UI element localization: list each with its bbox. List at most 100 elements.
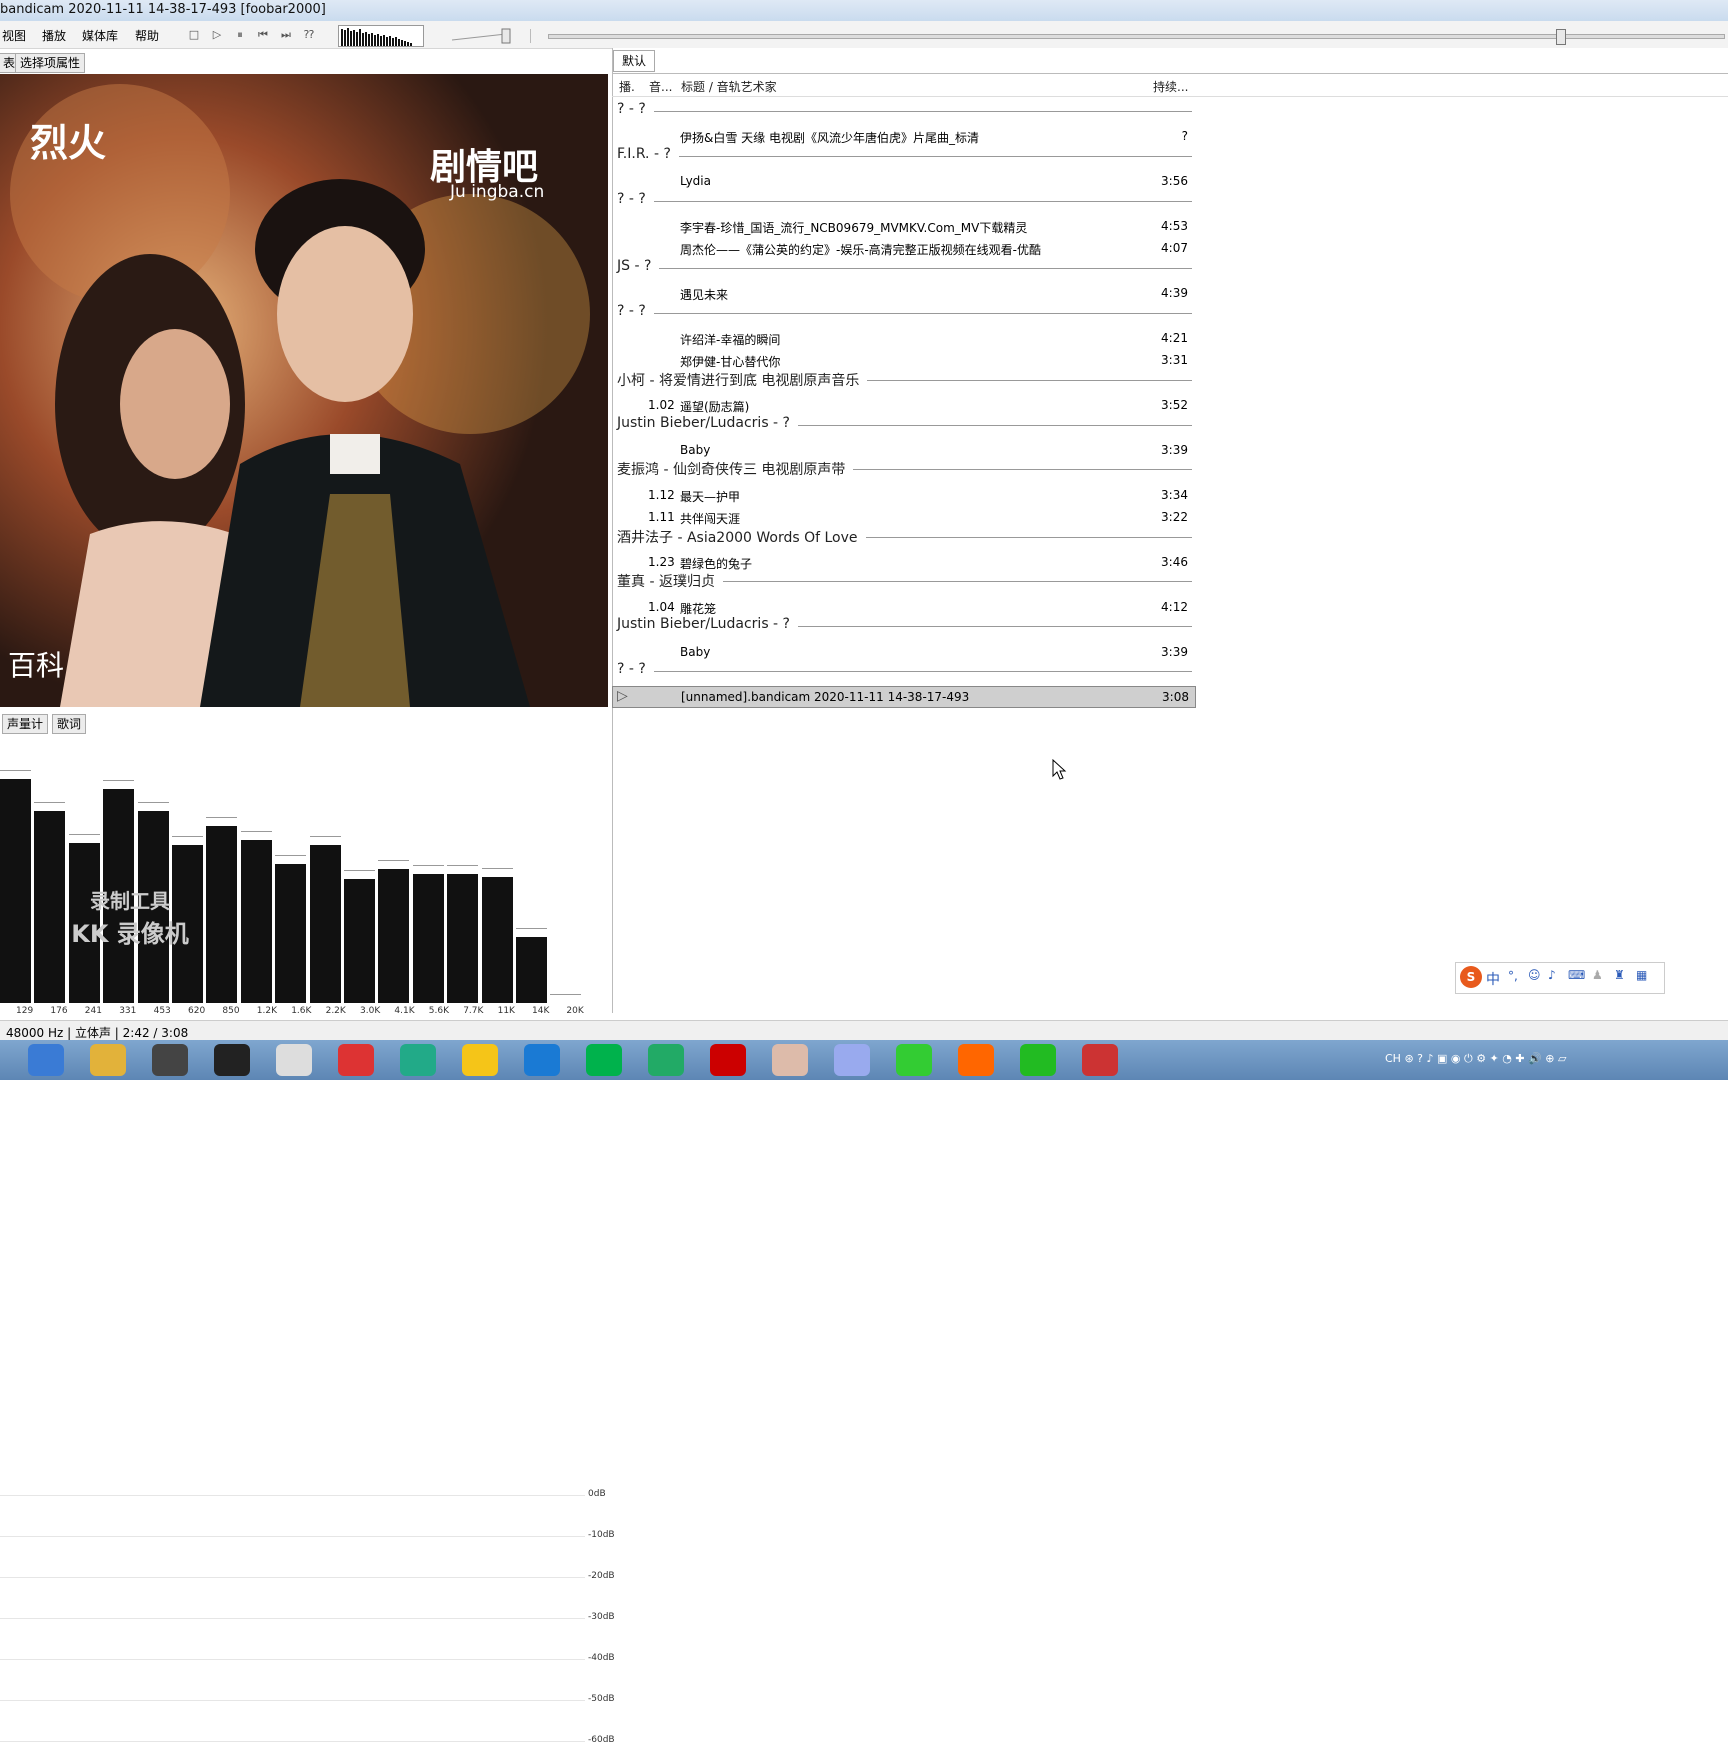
- playlist-group-header[interactable]: JS - ?: [617, 257, 1192, 278]
- seek-bar[interactable]: [548, 29, 1725, 45]
- track-duration: 3:39: [1161, 644, 1188, 659]
- playlist-track-row[interactable]: 1.02 遥望(励志篇) 3:52: [612, 395, 1194, 415]
- netease-music-icon[interactable]: [338, 1044, 374, 1076]
- video-editor-icon[interactable]: [152, 1044, 188, 1076]
- ime-lang-label[interactable]: 中: [1486, 969, 1500, 989]
- menu-help[interactable]: 帮助: [135, 27, 159, 44]
- track-number: 1.11: [648, 510, 675, 525]
- playlist-track-row[interactable]: 遇见未来 4:39: [612, 283, 1194, 303]
- track-duration: 4:39: [1161, 286, 1188, 301]
- group-divider: [617, 111, 1192, 112]
- spectrum-peak: [68, 834, 100, 835]
- volume-slider[interactable]: [450, 27, 515, 45]
- tab-vu-meter[interactable]: 声量计: [2, 714, 49, 734]
- playlist-group-header[interactable]: 麦振鸿 - 仙剑奇侠传三 电视剧原声带: [617, 459, 1192, 479]
- spectrum-freq-label: 20K: [566, 1006, 584, 1016]
- playlist-group-header[interactable]: 小柯 - 将爱情进行到底 电视剧原声音乐: [617, 370, 1192, 390]
- app-one-icon[interactable]: [524, 1044, 560, 1076]
- playlist-group-header[interactable]: Justin Bieber/Ludacris - ?: [617, 414, 1192, 435]
- playlist-track-row[interactable]: Lydia 3:56: [612, 171, 1194, 191]
- playlist-track-row[interactable]: 许绍洋-幸福的瞬间 4:21: [612, 328, 1194, 348]
- playlist-track-row[interactable]: 1.11 共伴闯天涯 3:22: [612, 507, 1194, 527]
- flash-icon[interactable]: [710, 1044, 746, 1076]
- track-duration: ?: [1181, 129, 1188, 144]
- col-playing[interactable]: 播.: [619, 78, 635, 95]
- feather-icon[interactable]: [834, 1044, 870, 1076]
- group-divider: [617, 267, 1192, 269]
- bandicam-icon[interactable]: [1082, 1044, 1118, 1076]
- prev-icon[interactable]: ⏮: [256, 28, 270, 42]
- playlist-track-row[interactable]: 1.12 最天—护甲 3:34: [612, 485, 1194, 505]
- tab-selection-properties[interactable]: 选择项属性: [15, 53, 86, 73]
- group-title: JS - ?: [617, 257, 660, 274]
- playlist-group-header[interactable]: 酒井法子 - Asia2000 Words Of Love: [617, 527, 1192, 547]
- playlist-track-row[interactable]: Baby 3:39: [612, 440, 1194, 460]
- track-title: 最天—护甲: [680, 489, 741, 504]
- spectrum-freq-label: 453: [153, 1006, 171, 1016]
- col-duration[interactable]: 持续...: [1153, 78, 1188, 95]
- search-icon[interactable]: [28, 1044, 64, 1076]
- pause-icon[interactable]: ⏸: [233, 28, 247, 42]
- ime-user-icon[interactable]: ♟: [1592, 968, 1603, 982]
- chrome-icon[interactable]: [772, 1044, 808, 1076]
- random-icon[interactable]: ⁇: [302, 28, 316, 42]
- playlist-group-header[interactable]: ? - ?: [617, 302, 1192, 323]
- iqiyi-icon[interactable]: [586, 1044, 622, 1076]
- playlist-track-row[interactable]: 李宇春-珍惜_国语_流行_NCB09679_MVMKV.Com_MV下载精灵 4:…: [612, 216, 1194, 236]
- playlist-track-row[interactable]: Baby 3:39: [612, 642, 1194, 662]
- col-track-no[interactable]: 音...: [649, 78, 672, 95]
- play-icon[interactable]: ▷: [210, 28, 224, 42]
- menu-playback[interactable]: 播放: [42, 27, 66, 44]
- next-icon[interactable]: ⏭: [279, 28, 293, 42]
- toolbar-divider: [530, 29, 531, 43]
- playlist-group-header[interactable]: 董真 - 返璞归贞: [617, 571, 1192, 591]
- green-app-icon[interactable]: [1020, 1044, 1056, 1076]
- group-title: Justin Bieber/Ludacris - ?: [617, 414, 798, 431]
- player-icon[interactable]: [462, 1044, 498, 1076]
- track-title: 周杰伦——《蒲公英的约定》-娱乐-高清完整正版视频在线观看-优酷: [680, 243, 1041, 258]
- playlist-group-header[interactable]: ? - ?: [617, 190, 1192, 211]
- track-duration: 3:31: [1161, 353, 1188, 368]
- playlist-group-header[interactable]: ? - ?: [617, 101, 1192, 121]
- ime-skin-icon[interactable]: ♜: [1614, 968, 1625, 982]
- track-duration: 3:46: [1161, 555, 1188, 569]
- seek-thumb[interactable]: [1556, 29, 1566, 45]
- spectrum-freq-label: 1.6K: [291, 1006, 312, 1016]
- ime-mic-icon[interactable]: ♪: [1548, 968, 1556, 982]
- ime-emoji-icon[interactable]: ☺: [1528, 968, 1541, 982]
- ime-punct-icon[interactable]: °,: [1508, 969, 1518, 983]
- track-title: 共伴闯天涯: [680, 512, 741, 527]
- firefox-icon[interactable]: [958, 1044, 994, 1076]
- headphones-icon[interactable]: [214, 1044, 250, 1076]
- playlist-group-header[interactable]: ? - ?: [617, 661, 1192, 681]
- explorer-icon[interactable]: [90, 1044, 126, 1076]
- album-art-corner: 百科: [8, 649, 65, 682]
- playlist-track-row[interactable]: 周杰伦——《蒲公英的约定》-娱乐-高清完整正版视频在线观看-优酷 4:07: [612, 238, 1194, 258]
- ime-keyboard-icon[interactable]: ⌨: [1568, 968, 1585, 982]
- ime-menu-icon[interactable]: ▦: [1636, 968, 1647, 982]
- playlist-track-row[interactable]: 1.04 雕花笼 4:12: [612, 597, 1194, 617]
- spectrum-freq-label: 5.6K: [428, 1006, 450, 1016]
- sogou-icon[interactable]: S: [1460, 966, 1482, 988]
- playlist-group-header[interactable]: F.I.R. - ?: [617, 145, 1192, 166]
- stop-icon[interactable]: □: [187, 28, 201, 42]
- playlist-track-row[interactable]: ▷ [unnamed].bandicam 2020-11-11 14-38-17-…: [612, 686, 1196, 709]
- menu-view[interactable]: 视图: [2, 27, 26, 44]
- col-title-artist[interactable]: 标题 / 音轨艺术家: [681, 78, 777, 95]
- spectrum-db-label: -40dB: [588, 1653, 615, 1663]
- mouse-cursor-icon: [1052, 759, 1067, 780]
- spectrum-peak: [275, 855, 307, 856]
- pinwheel-icon[interactable]: [400, 1044, 436, 1076]
- playlist-group-header[interactable]: Justin Bieber/Ludacris - ?: [617, 616, 1192, 636]
- playlist-track-row[interactable]: 郑伊健-甘心替代你 3:31: [612, 350, 1194, 370]
- tab-default-playlist[interactable]: 默认: [613, 50, 656, 72]
- alien-icon[interactable]: [276, 1044, 312, 1076]
- playlist-track-row[interactable]: 1.23 碧绿色的兔子 3:46: [612, 552, 1194, 572]
- tab-lyrics[interactable]: 歌词: [52, 714, 87, 734]
- youku-icon[interactable]: [648, 1044, 684, 1076]
- group-title: Justin Bieber/Ludacris - ?: [617, 616, 798, 633]
- playlist-track-row[interactable]: 伊扬&白雪 天缘 电视剧《风流少年唐伯虎》片尾曲_标清?: [612, 126, 1194, 146]
- spectrum-gridline: [0, 1495, 585, 1496]
- menu-library[interactable]: 媒体库: [82, 27, 118, 44]
- play-icon[interactable]: [896, 1044, 932, 1076]
